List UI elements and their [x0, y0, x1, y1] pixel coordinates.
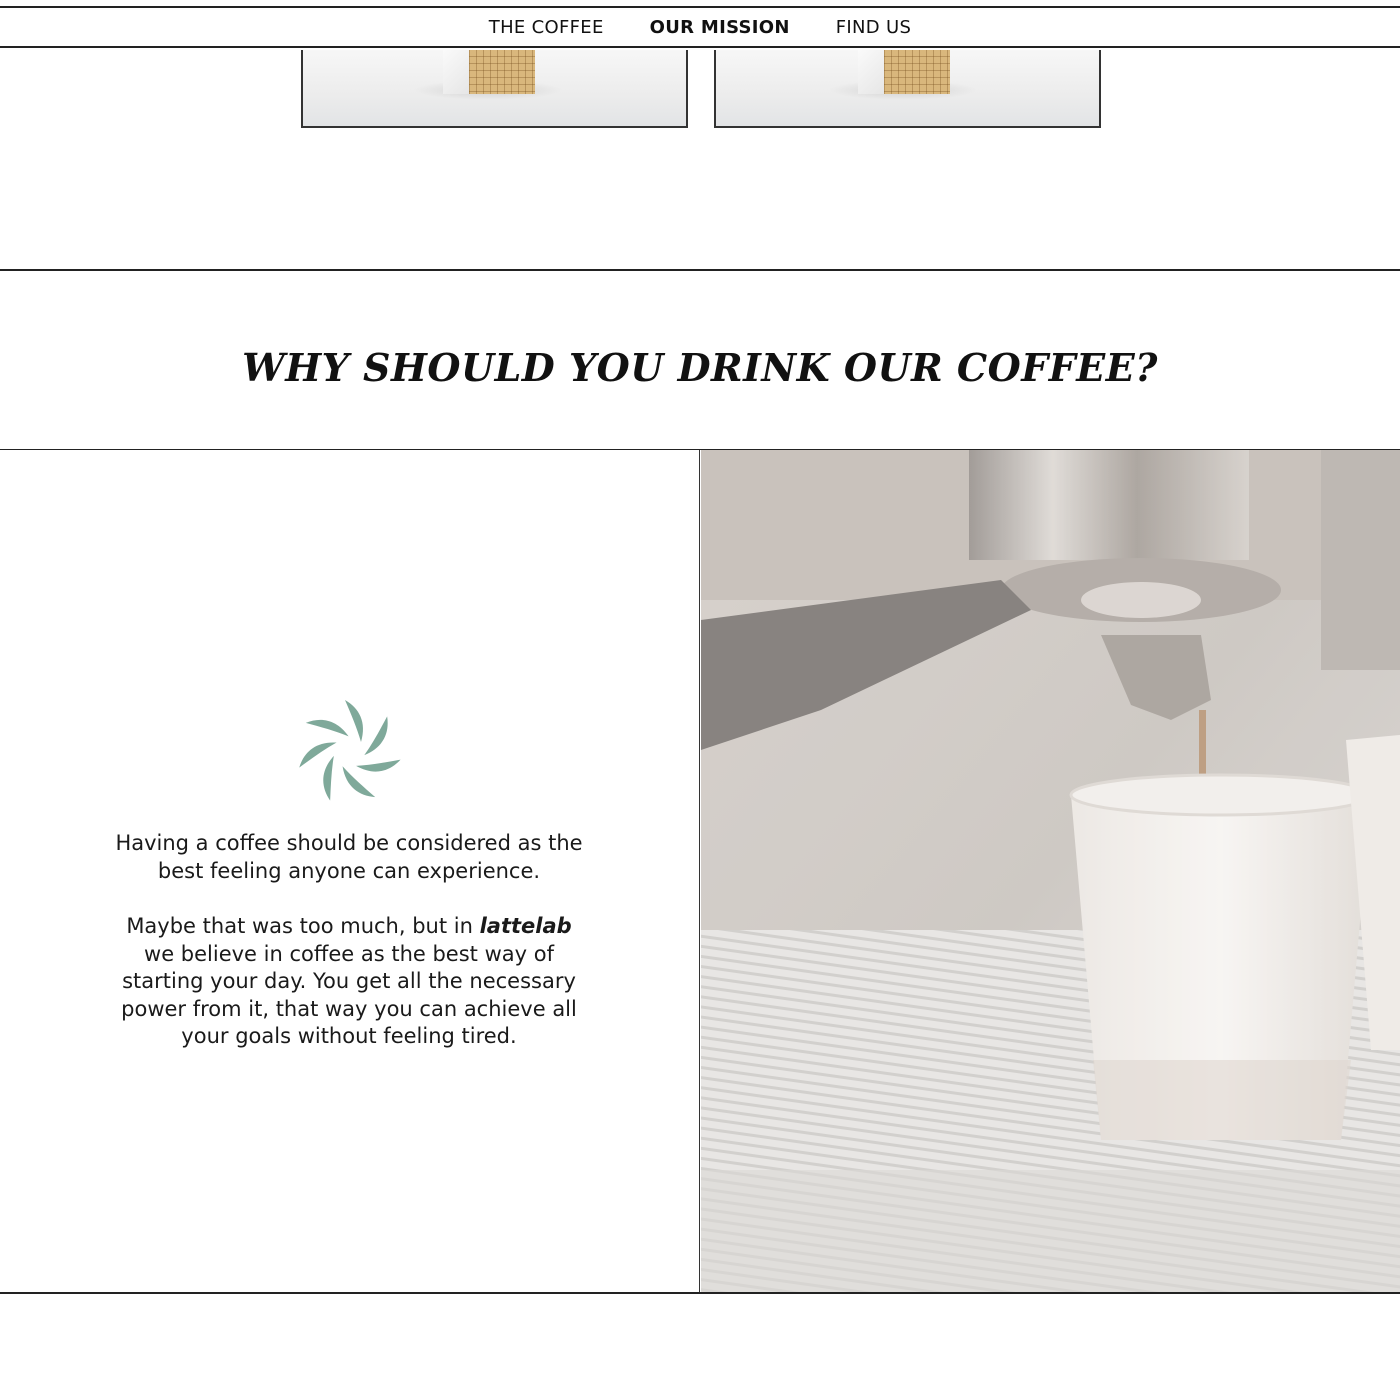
espresso-photo: [701, 450, 1400, 1292]
nav-our-mission[interactable]: OUR MISSION: [650, 17, 790, 38]
product-card[interactable]: [301, 50, 688, 128]
leaf-swirl-icon: [290, 693, 408, 811]
product-card[interactable]: [714, 50, 1101, 128]
coffee-box-image: [413, 50, 563, 100]
section-divider: [0, 1292, 1400, 1294]
mission-paragraph-2: Maybe that was too much, but in lattelab…: [121, 914, 577, 1048]
nav-find-us[interactable]: FIND US: [836, 17, 911, 38]
section-heading: WHY SHOULD YOU DRINK OUR COFFEE?: [242, 345, 1158, 390]
mission-paragraph-1: Having a coffee should be considered as …: [115, 831, 583, 883]
brand-name: lattelab: [479, 914, 572, 938]
section-divider: [0, 269, 1400, 271]
coffee-box-image: [828, 50, 978, 100]
mission-text-panel: Having a coffee should be considered as …: [0, 450, 700, 1292]
top-nav: THE COFFEE OUR MISSION FIND US: [0, 6, 1400, 48]
nav-the-coffee[interactable]: THE COFFEE: [489, 17, 604, 38]
